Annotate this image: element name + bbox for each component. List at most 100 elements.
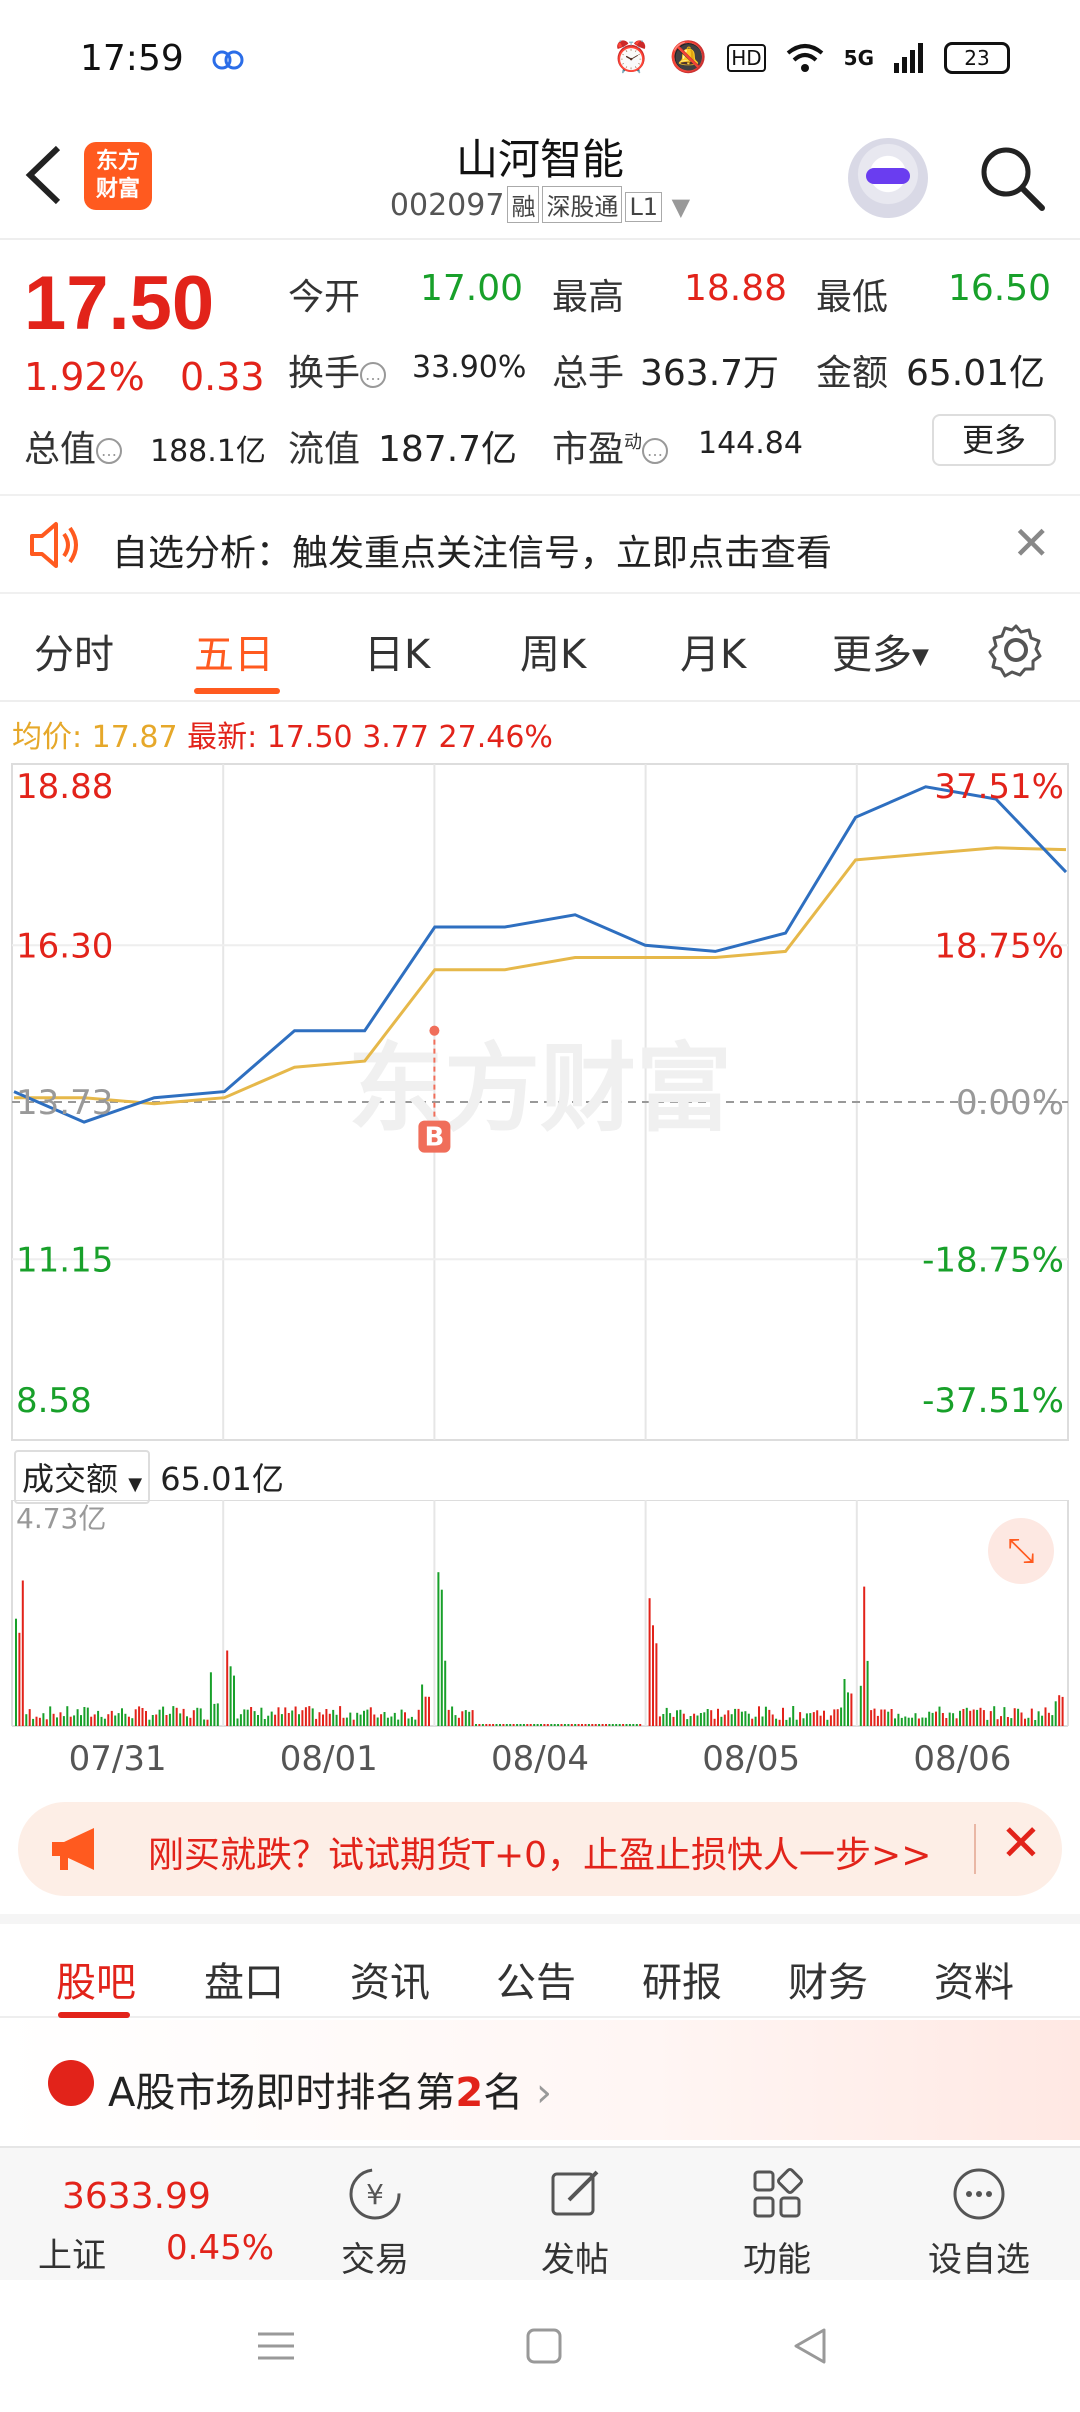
expand-icon[interactable]: ⤡ — [988, 1518, 1054, 1584]
tab-daily-k[interactable]: 日K — [364, 622, 430, 680]
add-watchlist-button[interactable]: 设自选 — [914, 2158, 1044, 2281]
volume-bar — [740, 1711, 743, 1726]
volume-bar — [492, 1724, 495, 1726]
volume-bar — [581, 1724, 583, 1726]
high-value: 18.88 — [684, 268, 788, 309]
volume-bar — [628, 1724, 631, 1726]
x-tick-label: 08/01 — [280, 1739, 378, 1779]
trade-icon: ¥ — [349, 2168, 401, 2220]
volume-bar — [986, 1719, 989, 1726]
info-icon[interactable]: … — [642, 438, 669, 464]
volume-bar — [342, 1717, 345, 1726]
tab-order-book[interactable]: 盘口 — [204, 1950, 284, 2008]
volume-bar — [809, 1713, 812, 1726]
volume-bar — [836, 1709, 839, 1726]
market-rank-row[interactable]: A股市场即时排名第2名 › — [0, 2020, 1080, 2140]
volume-bar — [1044, 1707, 1047, 1726]
tab-news[interactable]: 资讯 — [350, 1950, 430, 2008]
avg-price: 17.87 — [91, 720, 178, 755]
volume-bar — [117, 1713, 120, 1726]
volume-bar — [38, 1717, 41, 1726]
alarm-icon: ⏰ — [612, 40, 650, 75]
post-button[interactable]: 发帖 — [510, 2158, 640, 2281]
dropdown-icon[interactable]: ▼ — [672, 193, 690, 221]
volume-bar — [1034, 1720, 1037, 1726]
volume-bar — [97, 1710, 100, 1726]
volume-bar — [591, 1724, 594, 1726]
volume-bar — [652, 1625, 654, 1726]
info-icon[interactable]: … — [96, 438, 123, 464]
search-icon[interactable] — [976, 142, 1048, 214]
volume-bar — [1020, 1712, 1023, 1726]
index-value: 3633.99 — [62, 2176, 211, 2217]
volume-bar — [485, 1724, 488, 1726]
wifi-icon — [786, 43, 823, 72]
volume-bar — [611, 1724, 614, 1726]
volume-bar — [400, 1709, 403, 1726]
volume-bar — [768, 1709, 771, 1726]
volume-bar — [870, 1710, 873, 1726]
volume-bar — [840, 1707, 843, 1726]
volume-bar — [499, 1724, 501, 1726]
volume-bar — [682, 1713, 685, 1726]
volume-bar — [352, 1719, 355, 1726]
volume-type-select[interactable]: 成交额 ▼ — [14, 1450, 151, 1504]
volume-bar — [993, 1706, 996, 1726]
volume-bar — [917, 1718, 920, 1726]
rank-text: A股市场即时排名第2名 › — [108, 2070, 552, 2116]
back-nav-icon[interactable] — [790, 2326, 830, 2366]
price-chart[interactable]: 东方财富 18.88 16.30 13.73 11.15 8.58 37.51% 18.75%… — [0, 760, 1080, 1450]
trade-button[interactable]: ¥ 交易 — [310, 2158, 440, 2281]
volume-bar — [127, 1716, 130, 1726]
volume-bar — [625, 1724, 628, 1726]
y-right-tick: -37.51% — [922, 1381, 1064, 1421]
analysis-alert[interactable]: 自选分析：触发重点关注信号，立即点击查看 ✕ — [0, 494, 1080, 594]
tab-guba[interactable]: 股吧 — [56, 1950, 136, 2008]
volume-bar — [253, 1711, 256, 1726]
info-icon[interactable]: … — [360, 362, 387, 388]
volume-bar — [366, 1709, 369, 1726]
alert-text: 自选分析：触发重点关注信号，立即点击查看 — [112, 533, 833, 574]
volume-bar — [959, 1710, 961, 1726]
volume-chart[interactable]: 4.73亿 07/31 08/01 08/04 08/05 08/06 — [0, 1500, 1080, 1800]
x-tick-label: 08/06 — [913, 1739, 1011, 1779]
volume-bar — [829, 1715, 832, 1726]
tab-profile[interactable]: 资料 — [934, 1950, 1014, 2008]
chart-tabs: 分时 五日 日K 周K 月K 更多▼ — [0, 596, 1080, 702]
menu-icon[interactable] — [256, 2326, 296, 2366]
volume-bar — [437, 1572, 440, 1726]
float-value: 187.7亿 — [378, 429, 518, 470]
tab-weekly-k[interactable]: 周K — [520, 622, 586, 680]
volume-bar — [45, 1719, 48, 1726]
tab-intraday[interactable]: 分时 — [34, 622, 114, 680]
tab-monthly-k[interactable]: 月K — [680, 622, 746, 680]
volume-bar — [873, 1708, 876, 1726]
volume-bar — [941, 1713, 944, 1726]
close-icon[interactable]: ✕ — [1012, 516, 1051, 570]
functions-button[interactable]: 功能 — [712, 2158, 842, 2281]
volume-bar — [199, 1708, 202, 1726]
volume-bar — [863, 1586, 866, 1726]
volume-bar — [880, 1709, 883, 1726]
volume-bar — [965, 1707, 968, 1726]
volume-bar — [76, 1709, 79, 1726]
volume-bar — [203, 1719, 206, 1726]
volume-bar — [894, 1718, 896, 1726]
tab-five-day[interactable]: 五日 — [194, 622, 274, 680]
gear-icon[interactable] — [988, 622, 1044, 678]
tab-financials[interactable]: 财务 — [788, 1950, 868, 2008]
home-icon[interactable] — [524, 2326, 564, 2366]
volume-bar — [710, 1710, 713, 1726]
volume-bar — [754, 1716, 757, 1726]
tab-more[interactable]: 更多▼ — [832, 622, 929, 680]
volume-bar — [615, 1724, 618, 1726]
content-tabs: 股吧 盘口 资讯 公告 研报 财务 资料 — [0, 1914, 1080, 2018]
volume-bar — [158, 1709, 161, 1726]
futures-promo-banner[interactable]: 刚买就跌？试试期货T+0，止盈止损快人一步>> ✕ — [18, 1802, 1062, 1896]
volume-bar — [540, 1724, 542, 1726]
more-button[interactable]: 更多 — [932, 414, 1056, 466]
close-icon[interactable]: ✕ — [1000, 1814, 1042, 1872]
tab-announcements[interactable]: 公告 — [496, 1950, 576, 2008]
tab-research[interactable]: 研报 — [642, 1950, 722, 2008]
assistant-avatar[interactable] — [848, 138, 928, 218]
